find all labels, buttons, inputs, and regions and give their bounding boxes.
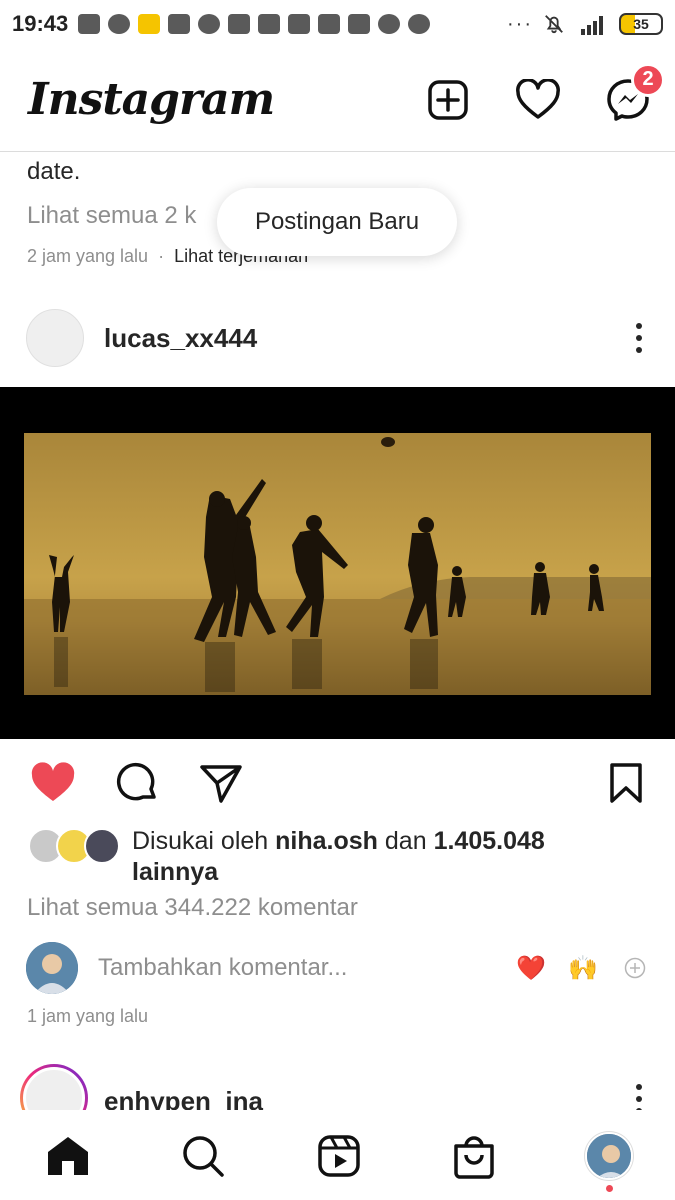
- raised-hands-emoji-button[interactable]: 🙌: [568, 953, 598, 983]
- direct-messages-button[interactable]: 2: [605, 62, 665, 123]
- heart-icon: [516, 78, 560, 119]
- more-dot: [636, 1096, 642, 1102]
- user-photo-icon: [587, 1134, 631, 1178]
- liked-by-prefix: Disukai oleh: [132, 827, 269, 855]
- next-post-story-avatar[interactable]: [20, 1064, 88, 1110]
- heart-emoji-button[interactable]: ❤️: [516, 953, 546, 983]
- messages-badge: 2: [631, 62, 665, 97]
- new-posts-pill[interactable]: Postingan Baru: [217, 188, 457, 256]
- comment-icon: [116, 762, 156, 801]
- plus-circle-icon: [624, 957, 646, 979]
- nav-profile[interactable]: [585, 1132, 633, 1192]
- post-options-button[interactable]: [625, 318, 653, 358]
- status-bar: 19:43 ··· 35: [0, 0, 675, 48]
- youtube-notification-icon: [228, 14, 251, 34]
- nav-reels[interactable]: [315, 1132, 363, 1180]
- add-comment-row: ❤️ 🙌: [26, 940, 650, 996]
- user-photo-icon: [26, 942, 78, 994]
- next-post-username[interactable]: enhypen_ina: [104, 1086, 263, 1110]
- previous-post-time: 2 jam yang lalu: [27, 246, 149, 266]
- comment-button[interactable]: [114, 760, 160, 806]
- youtube-notification-icon-4: [318, 14, 341, 34]
- next-post-options-button[interactable]: [625, 1084, 653, 1110]
- liked-by-text: Disukai oleh niha.osh dan 1.405.048 lain…: [132, 826, 545, 888]
- youtube-notification-icon-2: [258, 14, 281, 34]
- liked-by-and: dan: [384, 827, 427, 855]
- liked-by-username[interactable]: niha.osh: [275, 827, 378, 855]
- youtube-notification-icon-3: [288, 14, 311, 34]
- home-icon: [48, 1137, 88, 1175]
- next-post-header: enhypen_ina: [0, 1064, 675, 1110]
- nav-search[interactable]: [179, 1132, 227, 1180]
- signal-icon: [581, 16, 603, 35]
- post-author-avatar[interactable]: [26, 309, 84, 367]
- bottom-navigation: [0, 1112, 675, 1200]
- shop-icon: [454, 1136, 494, 1179]
- more-dot: [636, 323, 642, 329]
- like-button[interactable]: [30, 760, 76, 806]
- previous-post-caption: date.: [27, 158, 81, 185]
- app-notification-icon: [138, 14, 161, 34]
- reels-icon: [317, 1135, 360, 1177]
- new-post-icon: [428, 79, 468, 120]
- chat-notification-icon: [108, 14, 131, 34]
- telegram-notification-icon: [378, 14, 401, 34]
- profile-avatar: [585, 1132, 633, 1180]
- instagram-logo[interactable]: Instagram: [28, 74, 275, 125]
- nav-shop[interactable]: [450, 1132, 498, 1180]
- battery-indicator: 35: [619, 13, 663, 35]
- add-emoji-button[interactable]: [620, 953, 650, 983]
- new-post-button[interactable]: [425, 77, 471, 123]
- more-dot: [636, 335, 642, 341]
- line-notification-icon: [198, 14, 221, 34]
- heart-filled-icon: [31, 762, 75, 801]
- post-media[interactable]: [0, 387, 675, 739]
- post-author-username[interactable]: lucas_xx444: [104, 323, 257, 354]
- app-header: Instagram 2: [0, 48, 675, 152]
- activity-button[interactable]: [515, 77, 561, 123]
- post-header: lucas_xx444: [0, 306, 675, 370]
- more-notifications-icon: ···: [507, 12, 533, 35]
- status-time: 19:43: [12, 11, 69, 36]
- meta-separator: ·: [158, 246, 165, 266]
- likes-others[interactable]: lainnya: [132, 858, 218, 886]
- profile-notification-dot: [606, 1185, 613, 1192]
- likes-summary[interactable]: Disukai oleh niha.osh dan 1.405.048 lain…: [28, 826, 648, 888]
- beach-silhouette-photo: [24, 433, 651, 695]
- current-user-avatar: [26, 942, 78, 994]
- app-notification-icon-2: [168, 14, 191, 34]
- nav-home[interactable]: [44, 1132, 92, 1180]
- send-icon: [200, 765, 242, 803]
- likes-count[interactable]: 1.405.048: [434, 827, 545, 855]
- previous-post-view-comments[interactable]: Lihat semua 2 k: [27, 202, 196, 230]
- liker-avatar: [84, 828, 120, 864]
- youtube-notification-icon-5: [348, 14, 371, 34]
- bookmark-icon: [610, 763, 642, 803]
- more-dot: [636, 1108, 642, 1110]
- comment-input[interactable]: [98, 954, 398, 982]
- mute-icon: [545, 15, 563, 34]
- search-icon: [183, 1136, 224, 1177]
- more-dot: [636, 347, 642, 353]
- quick-reactions: ❤️ 🙌: [516, 953, 650, 983]
- save-button[interactable]: [603, 760, 649, 806]
- download-notification-icon: [408, 14, 431, 34]
- message-notification-icon: [78, 14, 101, 34]
- more-dot: [636, 1084, 642, 1090]
- share-button[interactable]: [198, 760, 244, 806]
- liker-avatars: [28, 828, 124, 868]
- post-time: 1 jam yang lalu: [27, 1006, 149, 1026]
- notification-icons: [78, 14, 431, 34]
- post-actions: [0, 754, 675, 812]
- view-all-comments-link[interactable]: Lihat semua 344.222 komentar: [27, 894, 358, 922]
